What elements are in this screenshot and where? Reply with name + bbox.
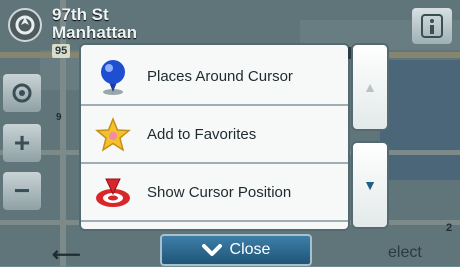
- compass-icon: [15, 15, 35, 35]
- scroll-down-button[interactable]: ▼: [351, 141, 389, 229]
- cursor-position-icon: [93, 173, 133, 213]
- menu-item-places-around-cursor[interactable]: Places Around Cursor: [81, 49, 348, 106]
- menu-item-label: Places Around Cursor: [147, 68, 293, 85]
- close-button[interactable]: Close: [160, 234, 312, 266]
- scroll-up-button[interactable]: ▲: [351, 43, 389, 131]
- triangle-down-icon: ▼: [363, 177, 377, 193]
- compass-button[interactable]: [8, 8, 42, 42]
- target-icon: [12, 83, 32, 103]
- back-arrow-icon[interactable]: ⟵: [52, 242, 81, 267]
- menu-item-show-cursor-position[interactable]: Show Cursor Position: [81, 165, 348, 222]
- info-button[interactable]: [412, 8, 452, 44]
- close-button-label: Close: [229, 241, 271, 258]
- route-shield: 95: [52, 44, 71, 58]
- plus-icon: +: [13, 127, 31, 158]
- minus-icon: −: [13, 175, 31, 206]
- chevron-down-icon: [201, 244, 222, 256]
- zoom-out-button[interactable]: −: [3, 172, 41, 210]
- blue-pin-icon: [93, 57, 133, 97]
- scroll-controls: ▲ ▼: [351, 43, 391, 231]
- info-icon: [421, 14, 443, 38]
- menu-item-label: Show Cursor Position: [147, 184, 292, 201]
- triangle-up-icon: ▲: [363, 79, 377, 95]
- top-bar: 97th St Manhattan 95: [0, 0, 460, 58]
- zoom-in-button[interactable]: +: [3, 124, 41, 162]
- menu-item-add-to-favorites[interactable]: Add to Favorites: [81, 107, 348, 164]
- menu-item-label: Add to Favorites: [147, 126, 257, 143]
- context-menu: Places Around Cursor Add to Favorites Sh…: [79, 43, 350, 231]
- favorites-star-icon: [93, 115, 133, 155]
- street-name: 97th St Manhattan: [52, 5, 137, 42]
- locate-button[interactable]: [3, 74, 41, 112]
- select-label[interactable]: elect: [388, 244, 422, 262]
